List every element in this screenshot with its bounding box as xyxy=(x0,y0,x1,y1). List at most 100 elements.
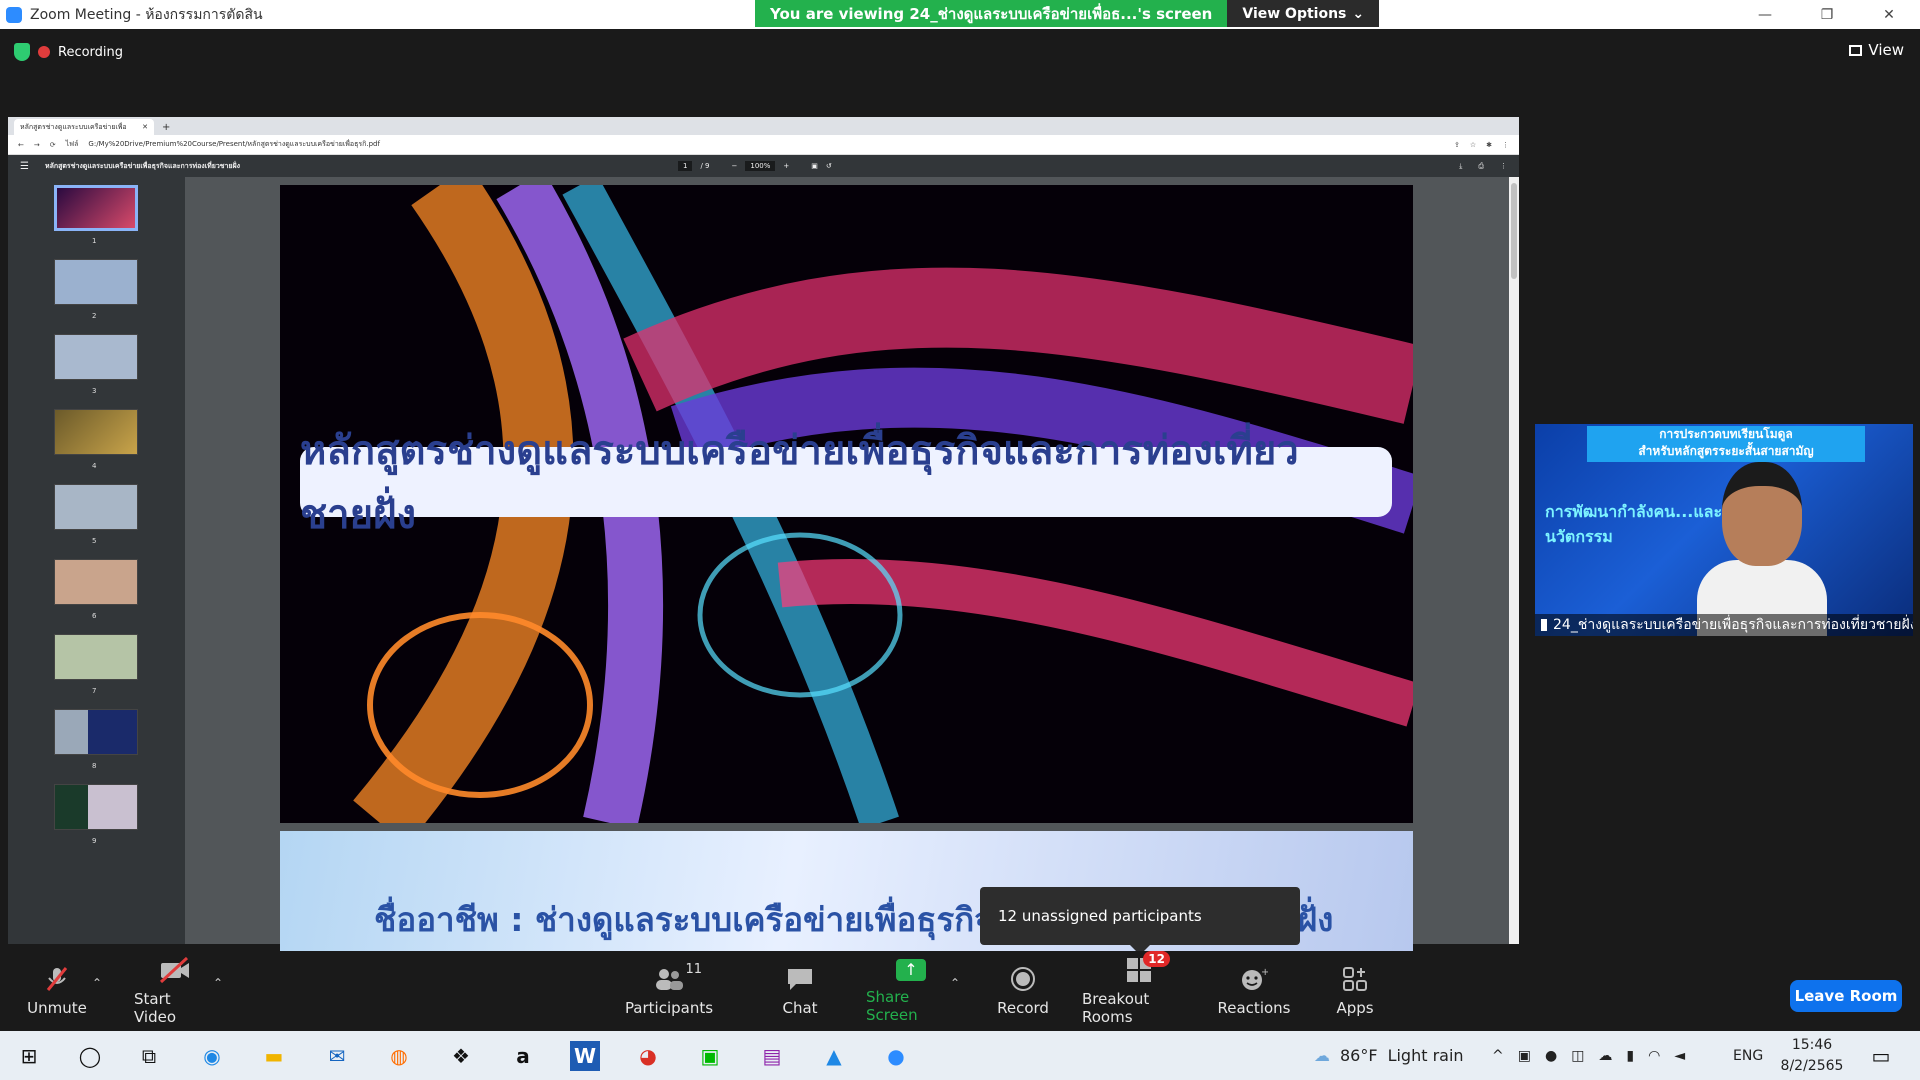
zoom-in-icon[interactable]: + xyxy=(783,162,789,170)
start-icon[interactable]: ⊞ xyxy=(14,1041,44,1071)
tray-wifi-icon[interactable]: ◠ xyxy=(1648,1048,1660,1064)
download-icon[interactable]: ⤓ xyxy=(1459,162,1462,171)
leave-room-button[interactable]: Leave Room xyxy=(1790,980,1902,1012)
slide-1-title: หลักสูตรช่างดูแลระบบเครือข่ายเพื่อธุรกิจ… xyxy=(300,428,1392,538)
shared-screen-window: หลักสูตรช่างดูแลระบบเครือข่ายเพื่อ ✕ + ←… xyxy=(8,117,1519,951)
share-icon[interactable]: ⇪ xyxy=(1454,141,1460,149)
thumbnail-page-9[interactable] xyxy=(54,784,138,830)
view-button[interactable]: View xyxy=(1849,41,1904,59)
participant-video-tile[interactable]: การประกวดบทเรียนโมดูล สำหรับหลักสูตรระยะ… xyxy=(1535,424,1913,636)
browser-menu-icon[interactable]: ⋮ xyxy=(1502,141,1509,149)
start-video-button[interactable]: Start Video xyxy=(134,951,214,1031)
chat-button[interactable]: Chat xyxy=(778,951,822,1031)
print-icon[interactable]: ⎙ xyxy=(1478,162,1484,171)
tray-onedrive-icon[interactable]: ☁ xyxy=(1598,1048,1612,1064)
participants-button[interactable]: 11 Participants xyxy=(624,951,714,1031)
video-options-caret-icon[interactable]: ⌃ xyxy=(213,976,223,990)
new-tab-icon[interactable]: + xyxy=(162,122,170,135)
zoom-app-icon xyxy=(6,6,22,23)
mail-icon[interactable]: ✉ xyxy=(322,1041,352,1071)
pdf-title: หลักสูตรช่างดูแลระบบเครือข่ายเพื่อธุรกิจ… xyxy=(44,161,241,170)
audio-options-caret-icon[interactable]: ⌃ xyxy=(92,976,102,990)
weather-temperature: 86°F xyxy=(1340,1046,1378,1065)
participant-person xyxy=(1697,454,1827,636)
chrome-icon[interactable]: ◕ xyxy=(633,1041,663,1071)
tray-microphone-icon[interactable]: ● xyxy=(1545,1048,1557,1064)
unmute-button[interactable]: Unmute xyxy=(27,951,87,1031)
apps-button[interactable]: Apps xyxy=(1334,951,1376,1031)
restore-icon[interactable]: ❐ xyxy=(1796,0,1858,29)
zoom-out-icon[interactable]: − xyxy=(732,162,738,170)
extensions-icon[interactable]: ✱ xyxy=(1486,141,1492,149)
edge-icon[interactable]: ◉ xyxy=(197,1041,227,1071)
star-icon[interactable]: ☆ xyxy=(1470,141,1476,149)
thumbnail-page-5[interactable] xyxy=(54,484,138,530)
browser-address-bar: ← → ⟳ ไฟล์ G:/My%20Drive/Premium%20Cours… xyxy=(8,135,1519,155)
dropbox-icon[interactable]: ❖ xyxy=(446,1041,476,1071)
thumbnail-page-1[interactable] xyxy=(54,185,138,231)
view-options-button[interactable]: View Options ⌄ xyxy=(1227,0,1380,27)
breakout-rooms-button[interactable]: 12 Breakout Rooms xyxy=(1082,950,1196,1031)
page-number-input[interactable]: 1 xyxy=(678,161,693,171)
person-head xyxy=(1722,462,1802,566)
search-icon[interactable]: ◯ xyxy=(75,1041,105,1071)
thumbnail-page-3[interactable] xyxy=(54,334,138,380)
thumbnail-page-2[interactable] xyxy=(54,259,138,305)
browser-tab[interactable]: หลักสูตรช่างดูแลระบบเครือข่ายเพื่อ ✕ xyxy=(14,119,154,135)
notifications-icon[interactable]: ▭ xyxy=(1866,1041,1896,1071)
zoom-taskbar-icon[interactable]: ● xyxy=(881,1041,911,1071)
share-screen-button[interactable]: ↑ Share Screen xyxy=(866,951,956,1031)
pdf-right-tools: ⤓ ⎙ ⋮ xyxy=(1459,162,1507,171)
view-label: View xyxy=(1868,41,1904,59)
minimize-icon[interactable]: — xyxy=(1734,0,1796,29)
fit-page-icon[interactable]: ▣ xyxy=(811,162,818,170)
reactions-label: Reactions xyxy=(1217,998,1291,1017)
apps-label: Apps xyxy=(1336,998,1374,1017)
start-video-label: Start Video xyxy=(134,989,177,1026)
scrollbar-thumb[interactable] xyxy=(1511,183,1517,279)
record-button[interactable]: Record xyxy=(997,951,1049,1031)
thumbnail-page-8[interactable] xyxy=(54,709,138,755)
pdf-thumbnail-sidebar: 1 2 3 4 5 6 7 8 9 xyxy=(8,177,185,944)
tray-meet-icon[interactable]: ◫ xyxy=(1571,1048,1584,1064)
weather-widget[interactable]: ☁ 86°F Light rain xyxy=(1314,1031,1464,1080)
thumbnail-page-7[interactable] xyxy=(54,634,138,680)
close-icon[interactable]: ✕ xyxy=(1858,0,1920,29)
reload-icon[interactable]: ⟳ xyxy=(50,141,56,149)
photos-icon[interactable]: ▲ xyxy=(819,1041,849,1071)
tab-close-icon[interactable]: ✕ xyxy=(142,123,148,131)
word-icon[interactable]: W xyxy=(570,1041,600,1071)
amazon-icon[interactable]: a xyxy=(508,1041,538,1071)
pdf-pager: 1 / 9 − 100% + ▣ ↺ xyxy=(678,161,832,171)
tray-volume-icon[interactable]: ◄ xyxy=(1674,1048,1685,1064)
thumbnail-page-6[interactable] xyxy=(54,559,138,605)
winrar-icon[interactable]: ▤ xyxy=(757,1041,787,1071)
tray-chevron-icon[interactable]: ^ xyxy=(1492,1048,1504,1064)
zoom-level[interactable]: 100% xyxy=(745,161,776,171)
window-controls: — ❐ ✕ xyxy=(1734,0,1920,29)
line-icon[interactable]: ▣ xyxy=(695,1041,725,1071)
pdf-more-icon[interactable]: ⋮ xyxy=(1500,162,1507,171)
url-text[interactable]: G:/My%20Drive/Premium%20Course/Present/ห… xyxy=(88,139,380,150)
rotate-icon[interactable]: ↺ xyxy=(826,162,832,170)
recording-badge[interactable]: Recording xyxy=(14,43,123,61)
forward-icon[interactable]: → xyxy=(34,141,40,149)
file-explorer-icon[interactable]: ▬ xyxy=(259,1041,289,1071)
task-view-icon[interactable]: ⧉ xyxy=(134,1041,164,1071)
firefox-icon[interactable]: ◍ xyxy=(384,1041,414,1071)
participants-label: Participants xyxy=(624,998,714,1017)
taskbar-clock[interactable]: 15:46 8/2/2565 xyxy=(1777,1035,1847,1077)
system-tray-icons: ^ ▣ ● ◫ ☁ ▮ ◠ ◄ xyxy=(1492,1031,1685,1080)
apps-icon xyxy=(1340,966,1370,992)
thumbnail-page-4[interactable] xyxy=(54,409,138,455)
share-options-caret-icon[interactable]: ⌃ xyxy=(950,976,960,990)
pdf-scrollbar[interactable] xyxy=(1509,177,1519,944)
pdf-menu-icon[interactable]: ☰ xyxy=(20,161,29,172)
thumbnail-number: 1 xyxy=(92,237,97,245)
back-icon[interactable]: ← xyxy=(18,141,24,149)
reactions-button[interactable]: + Reactions xyxy=(1217,951,1291,1031)
security-shield-icon xyxy=(14,43,30,61)
language-indicator[interactable]: ENG xyxy=(1733,1031,1763,1080)
tray-battery-icon[interactable]: ▮ xyxy=(1626,1048,1634,1064)
tray-camera-icon[interactable]: ▣ xyxy=(1518,1048,1531,1064)
